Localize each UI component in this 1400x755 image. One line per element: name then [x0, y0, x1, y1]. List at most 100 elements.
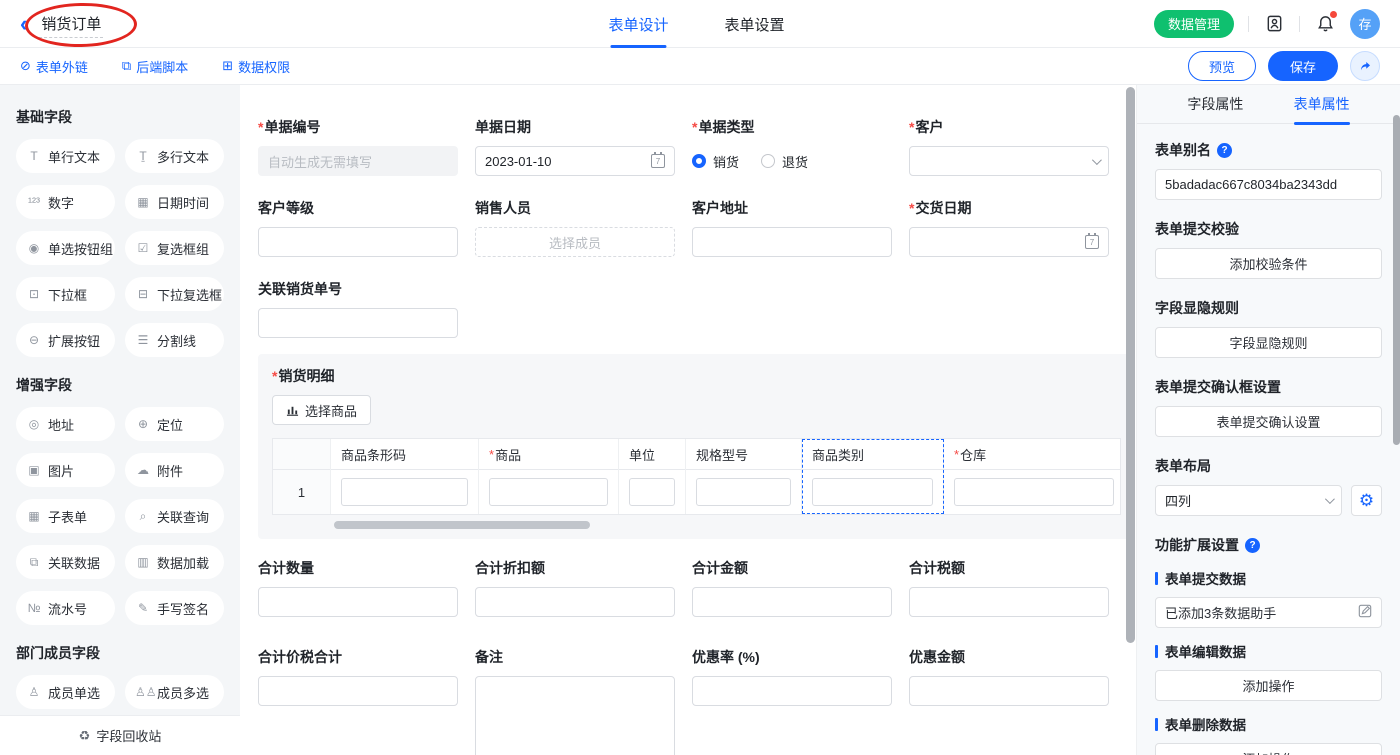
subform-sales-detail[interactable]: *销货明细 选择商品 1 商品条形码*商品单位规格型号商品类别*仓库 — [258, 354, 1135, 539]
subform-column-header[interactable]: 单位 — [619, 439, 685, 470]
subform-column[interactable]: 商品类别 — [802, 439, 944, 514]
palette-item[interactable]: ▥数据加载 — [125, 545, 224, 579]
submit-data-assistants[interactable]: 已添加3条数据助手 — [1155, 597, 1382, 628]
subform-column-header[interactable]: 规格型号 — [686, 439, 801, 470]
palette-item[interactable]: ♙成员单选 — [16, 675, 115, 709]
notification-bell-icon[interactable] — [1314, 13, 1336, 35]
delivery-date-input[interactable]: 7 — [909, 227, 1109, 257]
total-amount-input[interactable] — [692, 587, 892, 617]
palette-item[interactable]: ⧉关联数据 — [16, 545, 115, 579]
field-related-order-no[interactable]: 关联销货单号 — [258, 279, 458, 338]
subform-cell-input[interactable] — [954, 478, 1114, 506]
customer-address-input[interactable] — [692, 227, 892, 257]
field-delivery-date[interactable]: *交货日期 7 — [909, 198, 1109, 257]
form-alias-input[interactable]: 5badadac667c8034ba2343dd — [1155, 169, 1382, 200]
palette-item[interactable]: ◉单选按钮组 — [16, 231, 115, 265]
field-doc-type[interactable]: *单据类型 销货 退货 — [692, 117, 892, 176]
total-discount-input[interactable] — [475, 587, 675, 617]
palette-item[interactable]: ✎手写签名 — [125, 591, 224, 625]
palette-item[interactable]: ¹²³数字 — [16, 185, 115, 219]
palette-item[interactable]: ⊕定位 — [125, 407, 224, 441]
avatar[interactable]: 存 — [1350, 9, 1380, 39]
edit-icon[interactable] — [1358, 604, 1372, 621]
customer-select[interactable] — [909, 146, 1109, 176]
field-total-qty[interactable]: 合计数量 — [258, 558, 458, 617]
radio-return[interactable]: 退货 — [761, 152, 808, 171]
palette-item[interactable]: ⊡下拉框 — [16, 277, 115, 311]
field-customer[interactable]: *客户 — [909, 117, 1109, 176]
layout-gear-button[interactable]: ⚙ — [1351, 485, 1382, 516]
palette-item[interactable]: ⊟下拉复选框 — [125, 277, 224, 311]
palette-item[interactable]: ▦子表单 — [16, 499, 115, 533]
share-button[interactable] — [1350, 51, 1380, 81]
palette-item[interactable]: ☑复选框组 — [125, 231, 224, 265]
tab-form-settings[interactable]: 表单设置 — [724, 0, 784, 48]
field-total-discount[interactable]: 合计折扣额 — [475, 558, 675, 617]
field-doc-date[interactable]: 单据日期 2023-01-10 7 — [475, 117, 675, 176]
horizontal-scroll-thumb[interactable] — [334, 521, 590, 529]
delete-data-add-button[interactable]: 添加操作 — [1155, 743, 1382, 755]
data-manage-button[interactable]: 数据管理 — [1154, 10, 1234, 38]
palette-item[interactable]: ☁附件 — [125, 453, 224, 487]
address-book-icon[interactable] — [1263, 13, 1285, 35]
palette-item[interactable]: ♙♙成员多选 — [125, 675, 224, 709]
customer-level-input[interactable] — [258, 227, 458, 257]
doc-date-input[interactable]: 2023-01-10 7 — [475, 146, 675, 176]
palette-item[interactable]: ▦日期时间 — [125, 185, 224, 219]
remark-textarea[interactable] — [475, 676, 675, 755]
subform-cell-input[interactable] — [341, 478, 468, 506]
form-external-link[interactable]: ⊘ 表单外链 — [20, 57, 88, 76]
field-discount-rate[interactable]: 优惠率 (%) — [692, 647, 892, 755]
edit-data-add-button[interactable]: 添加操作 — [1155, 670, 1382, 701]
palette-item[interactable]: ◎地址 — [16, 407, 115, 441]
subform-cell-input[interactable] — [812, 478, 933, 506]
subform-column-header[interactable]: *仓库 — [944, 439, 1121, 470]
data-permission-link[interactable]: ⊞ 数据权限 — [222, 57, 290, 76]
preview-button[interactable]: 预览 — [1188, 51, 1256, 81]
subform-column-header[interactable]: *商品 — [479, 439, 618, 470]
backend-script-link[interactable]: ⧉ 后端脚本 — [122, 57, 188, 76]
palette-item[interactable]: ⌕关联查询 — [125, 499, 224, 533]
submit-confirm-button[interactable]: 表单提交确认设置 — [1155, 406, 1382, 437]
palette-item[interactable]: Ṯ多行文本 — [125, 139, 224, 173]
field-sales-person[interactable]: 销售人员 选择成员 — [475, 198, 675, 257]
select-product-button[interactable]: 选择商品 — [272, 395, 371, 425]
subform-column-header[interactable]: 商品类别 — [802, 439, 943, 470]
radio-sale[interactable]: 销货 — [692, 152, 739, 171]
subform-cell-input[interactable] — [629, 478, 675, 506]
save-button[interactable]: 保存 — [1268, 51, 1338, 81]
total-with-tax-input[interactable] — [258, 676, 458, 706]
total-tax-input[interactable] — [909, 587, 1109, 617]
visibility-rules-button[interactable]: 字段显隐规则 — [1155, 327, 1382, 358]
discount-rate-input[interactable] — [692, 676, 892, 706]
discount-amount-input[interactable] — [909, 676, 1109, 706]
field-remark[interactable]: 备注 — [475, 647, 675, 755]
field-recycle-bin[interactable]: ♻ 字段回收站 — [0, 715, 240, 755]
total-qty-input[interactable] — [258, 587, 458, 617]
subform-cell-input[interactable] — [696, 478, 791, 506]
back-icon[interactable]: ‹ — [20, 13, 27, 35]
related-order-no-input[interactable] — [258, 308, 458, 338]
tab-form-design[interactable]: 表单设计 — [608, 0, 668, 48]
add-validation-button[interactable]: 添加校验条件 — [1155, 248, 1382, 279]
palette-item[interactable]: №流水号 — [16, 591, 115, 625]
tab-field-properties[interactable]: 字段属性 — [1187, 85, 1243, 124]
subform-cell-input[interactable] — [489, 478, 608, 506]
subform-column-header[interactable]: 商品条形码 — [331, 439, 478, 470]
field-total-with-tax[interactable]: 合计价税合计 — [258, 647, 458, 755]
palette-item[interactable]: ▣图片 — [16, 453, 115, 487]
field-doc-no[interactable]: *单据编号 自动生成无需填写 — [258, 117, 458, 176]
palette-item[interactable]: ☰分割线 — [125, 323, 224, 357]
palette-item[interactable]: ⊖扩展按钮 — [16, 323, 115, 357]
window-scrollbar-thumb[interactable] — [1393, 115, 1400, 445]
field-customer-address[interactable]: 客户地址 — [692, 198, 892, 257]
help-icon[interactable]: ? — [1245, 538, 1260, 553]
doc-no-input[interactable]: 自动生成无需填写 — [258, 146, 458, 176]
canvas-scroll-thumb[interactable] — [1126, 87, 1135, 643]
help-icon[interactable]: ? — [1217, 143, 1232, 158]
tab-form-properties[interactable]: 表单属性 — [1294, 85, 1350, 124]
sales-person-picker[interactable]: 选择成员 — [475, 227, 675, 257]
field-total-tax[interactable]: 合计税额 — [909, 558, 1109, 617]
field-customer-level[interactable]: 客户等级 — [258, 198, 458, 257]
palette-item[interactable]: T单行文本 — [16, 139, 115, 173]
